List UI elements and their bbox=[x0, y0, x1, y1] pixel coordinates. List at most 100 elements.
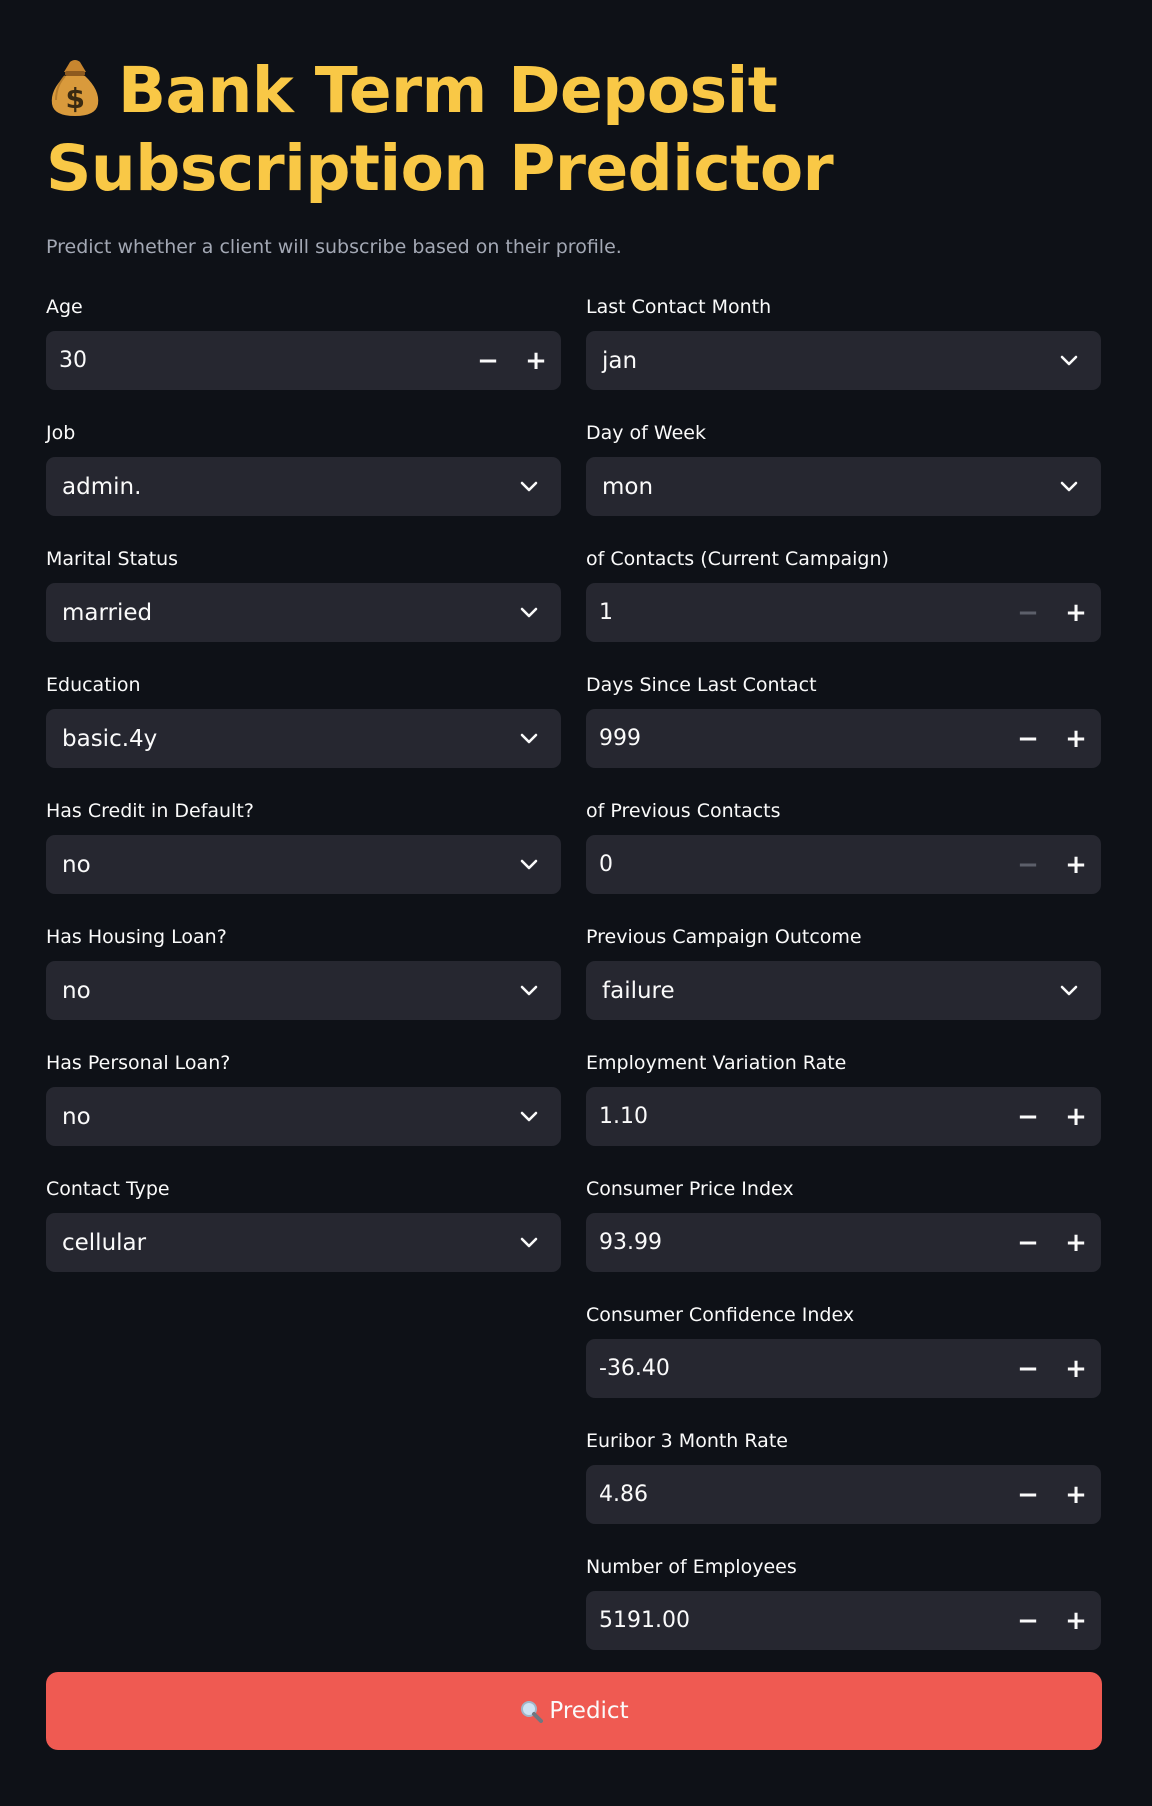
has-housing-loan-select[interactable]: no bbox=[46, 961, 561, 1020]
field-value[interactable]: cellular bbox=[46, 1230, 519, 1256]
chevron-down-icon[interactable] bbox=[519, 981, 539, 1001]
decrement-button[interactable]: − bbox=[1004, 1087, 1052, 1146]
increment-button[interactable]: + bbox=[1052, 1213, 1100, 1272]
field-days-since-last-contact: Days Since Last Contact 999− + bbox=[586, 671, 1101, 797]
field-label: Consumer Price Index bbox=[586, 1178, 794, 1200]
chevron-down-icon[interactable] bbox=[519, 729, 539, 749]
number-of-employees-number-input[interactable]: 5191.00− + bbox=[586, 1591, 1101, 1650]
field-last-contact-month: Last Contact Month jan bbox=[586, 293, 1101, 419]
money-bag-icon: $ bbox=[51, 60, 99, 116]
field-number-of-employees: Number of Employees 5191.00− + bbox=[586, 1553, 1101, 1679]
decrement-button[interactable]: − bbox=[1004, 709, 1052, 768]
left-form-column: Age 30− + Job admin. Marital Status married Edu… bbox=[46, 293, 561, 1301]
decrement-button[interactable]: − bbox=[464, 331, 512, 390]
field-label: Age bbox=[46, 296, 83, 318]
field-value[interactable]: no bbox=[46, 978, 519, 1004]
svg-text:$: $ bbox=[66, 82, 85, 115]
predict-button[interactable]: Predict bbox=[46, 1672, 1102, 1750]
chevron-down-icon[interactable] bbox=[1059, 477, 1079, 497]
page-subtitle: Predict whether a client will subscribe … bbox=[46, 236, 622, 258]
consumer-confidence-index-number-input[interactable]: -36.40− + bbox=[586, 1339, 1101, 1398]
increment-button[interactable]: + bbox=[1052, 1087, 1100, 1146]
last-contact-month-select[interactable]: jan bbox=[586, 331, 1101, 390]
decrement-button[interactable]: − bbox=[1004, 1339, 1052, 1398]
field-value[interactable]: admin. bbox=[46, 474, 519, 500]
increment-button[interactable]: + bbox=[1052, 1465, 1100, 1524]
chevron-down-icon[interactable] bbox=[519, 477, 539, 497]
chevron-down-icon[interactable] bbox=[519, 855, 539, 875]
chevron-down-icon[interactable] bbox=[1059, 351, 1079, 371]
field-value[interactable]: 0 bbox=[586, 852, 1004, 877]
chevron-down-icon[interactable] bbox=[519, 1107, 539, 1127]
field-label: Last Contact Month bbox=[586, 296, 772, 318]
field-value[interactable]: married bbox=[46, 600, 519, 626]
contact-type-select[interactable]: cellular bbox=[46, 1213, 561, 1272]
field-value[interactable]: mon bbox=[586, 474, 1059, 500]
right-form-column: Last Contact Month jan Day of Week mon of Co… bbox=[586, 293, 1101, 1679]
chevron-down-icon[interactable] bbox=[519, 1233, 539, 1253]
field-value[interactable]: 5191.00 bbox=[586, 1608, 1004, 1633]
field-value[interactable]: 4.86 bbox=[586, 1482, 1004, 1507]
field-job: Job admin. bbox=[46, 419, 561, 545]
consumer-price-index-number-input[interactable]: 93.99− + bbox=[586, 1213, 1101, 1272]
field-has-housing-loan: Has Housing Loan? no bbox=[46, 923, 561, 1049]
field-value[interactable]: 93.99 bbox=[586, 1230, 1004, 1255]
marital-status-select[interactable]: married bbox=[46, 583, 561, 642]
field-label: Marital Status bbox=[46, 548, 179, 570]
decrement-button[interactable]: − bbox=[1004, 583, 1052, 642]
of-previous-contacts-number-input[interactable]: 0− + bbox=[586, 835, 1101, 894]
chevron-down-icon[interactable] bbox=[1059, 981, 1079, 1001]
field-contact-type: Contact Type cellular bbox=[46, 1175, 561, 1301]
decrement-button[interactable]: − bbox=[1004, 1213, 1052, 1272]
field-day-of-week: Day of Week mon bbox=[586, 419, 1101, 545]
field-value[interactable]: no bbox=[46, 852, 519, 878]
field-employment-variation-rate: Employment Variation Rate 1.10− + bbox=[586, 1049, 1101, 1175]
job-select[interactable]: admin. bbox=[46, 457, 561, 516]
day-of-week-select[interactable]: mon bbox=[586, 457, 1101, 516]
field-label: of Contacts (Current Campaign) bbox=[586, 548, 889, 570]
days-since-last-contact-number-input[interactable]: 999− + bbox=[586, 709, 1101, 768]
decrement-button[interactable]: − bbox=[1004, 1591, 1052, 1650]
field-value[interactable]: basic.4y bbox=[46, 726, 519, 752]
increment-button[interactable]: + bbox=[1052, 835, 1100, 894]
field-previous-campaign-outcome: Previous Campaign Outcome failure bbox=[586, 923, 1101, 1049]
field-label: Euribor 3 Month Rate bbox=[586, 1430, 788, 1452]
field-label: Previous Campaign Outcome bbox=[586, 926, 862, 948]
field-value[interactable]: 1 bbox=[586, 600, 1004, 625]
field-label: Has Personal Loan? bbox=[46, 1052, 231, 1074]
field-label: Day of Week bbox=[586, 422, 706, 444]
decrement-button[interactable]: − bbox=[1004, 835, 1052, 894]
increment-button[interactable]: + bbox=[1052, 1591, 1100, 1650]
field-value[interactable]: 999 bbox=[586, 726, 1004, 751]
field-value[interactable]: 1.10 bbox=[586, 1104, 1004, 1129]
chevron-down-icon[interactable] bbox=[519, 603, 539, 623]
title-text: Bank Term Deposit Subscription Predictor bbox=[46, 54, 834, 205]
age-number-input[interactable]: 30− + bbox=[46, 331, 561, 390]
field-label: of Previous Contacts bbox=[586, 800, 781, 822]
has-credit-in-default-select[interactable]: no bbox=[46, 835, 561, 894]
field-value[interactable]: -36.40 bbox=[586, 1356, 1004, 1381]
field-consumer-confidence-index: Consumer Confidence Index -36.40− + bbox=[586, 1301, 1101, 1427]
field-label: Job bbox=[46, 422, 76, 444]
field-label: Days Since Last Contact bbox=[586, 674, 817, 696]
field-value[interactable]: failure bbox=[586, 978, 1059, 1004]
education-select[interactable]: basic.4y bbox=[46, 709, 561, 768]
field-label: Number of Employees bbox=[586, 1556, 797, 1578]
euribor-3-month-rate-number-input[interactable]: 4.86− + bbox=[586, 1465, 1101, 1524]
increment-button[interactable]: + bbox=[1052, 1339, 1100, 1398]
increment-button[interactable]: + bbox=[512, 331, 560, 390]
employment-variation-rate-number-input[interactable]: 1.10− + bbox=[586, 1087, 1101, 1146]
increment-button[interactable]: + bbox=[1052, 709, 1100, 768]
field-has-credit-in-default: Has Credit in Default? no bbox=[46, 797, 561, 923]
increment-button[interactable]: + bbox=[1052, 583, 1100, 642]
field-of-contacts-current-campaign: of Contacts (Current Campaign) 1− + bbox=[586, 545, 1101, 671]
of-contacts-current-campaign-number-input[interactable]: 1− + bbox=[586, 583, 1101, 642]
field-value[interactable]: jan bbox=[586, 348, 1059, 374]
previous-campaign-outcome-select[interactable]: failure bbox=[586, 961, 1101, 1020]
decrement-button[interactable]: − bbox=[1004, 1465, 1052, 1524]
field-value[interactable]: 30 bbox=[46, 348, 464, 373]
page-title: $ Bank Term Deposit Subscription Predict… bbox=[46, 52, 1106, 208]
field-label: Has Housing Loan? bbox=[46, 926, 227, 948]
field-value[interactable]: no bbox=[46, 1104, 519, 1130]
has-personal-loan-select[interactable]: no bbox=[46, 1087, 561, 1146]
